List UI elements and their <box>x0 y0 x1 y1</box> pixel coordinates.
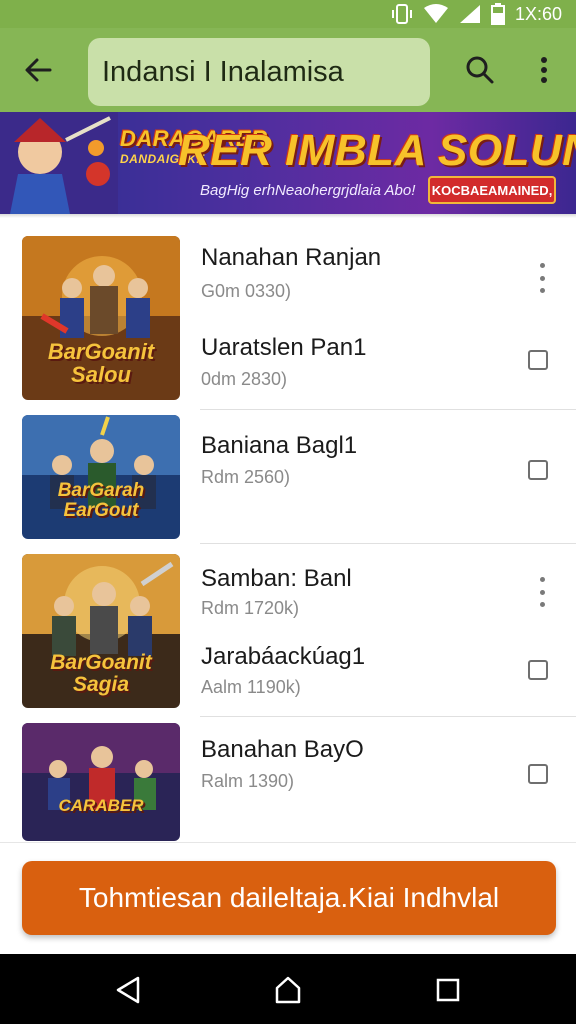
game-art-image <box>22 723 180 841</box>
row-divider <box>200 409 576 410</box>
search-input[interactable]: Indansi I Inalamisa <box>88 38 430 106</box>
vibrate-icon <box>391 4 412 24</box>
back-arrow-icon <box>25 58 52 82</box>
nav-back-icon <box>116 976 140 1004</box>
back-button[interactable] <box>18 50 58 90</box>
item-title[interactable]: Samban: Banl <box>201 565 352 593</box>
item-thumbnail[interactable]: BarGoanit Salou <box>22 236 180 400</box>
cta-area: Tohmtiesan daileltaja.Kiai Indhvlal <box>0 842 576 955</box>
dot <box>539 288 545 293</box>
thumbnail-caption: BarGarah EarGout <box>57 480 145 521</box>
item-title[interactable]: Baniana Bagl1 <box>201 432 357 460</box>
more-vert-icon <box>541 57 547 83</box>
row-divider <box>200 543 576 544</box>
search-query-text: Indansi I Inalamisa <box>102 55 344 88</box>
list-shadow <box>0 214 576 218</box>
thumbnail-caption: BarGoanit Salou <box>47 339 155 388</box>
search-button[interactable] <box>460 50 500 90</box>
item-title[interactable]: Jarabáackúag1 <box>201 643 365 671</box>
dot <box>539 263 545 268</box>
item-subtitle: Rdm 1720k) <box>201 598 300 618</box>
overflow-menu-button[interactable] <box>526 50 562 90</box>
item-subtitle: 0dm 2830) <box>201 369 288 389</box>
item-checkbox[interactable] <box>528 460 548 480</box>
dot <box>539 589 545 595</box>
item-subtitle: Rdm 2560) <box>201 467 291 487</box>
nav-back-button[interactable] <box>106 968 150 1012</box>
thumbnail-caption: CARABER <box>58 796 144 815</box>
nav-recents-icon <box>436 978 460 1002</box>
item-title[interactable]: Nanahan Ranjan <box>201 244 381 272</box>
item-menu-button[interactable] <box>532 263 552 293</box>
item-checkbox[interactable] <box>528 350 548 370</box>
item-subtitle: Aalm 1190k) <box>201 677 301 697</box>
nav-home-icon <box>275 976 301 1004</box>
nav-home-button[interactable] <box>266 968 310 1012</box>
item-thumbnail[interactable]: BarGarah EarGout <box>22 415 180 539</box>
dot <box>539 577 545 582</box>
thumbnail-caption: BarGoanit Sagia <box>50 651 152 697</box>
banner-hero-art <box>0 112 118 214</box>
item-thumbnail[interactable]: CARABER <box>22 723 180 841</box>
item-subtitle: Ralm 1390) <box>201 771 295 791</box>
item-subtitle: G0m 0330) <box>201 281 292 301</box>
signal-icon <box>459 5 480 23</box>
status-icons: 1X:60 <box>391 3 562 25</box>
status-time: 1X:60 <box>514 3 562 24</box>
dot <box>539 275 545 281</box>
banner-title-main: RER IMBLA SOLUN <box>178 126 576 175</box>
item-thumbnail[interactable]: BarGoanit Sagia <box>22 554 180 708</box>
status-bar: 1X:60 <box>0 0 576 28</box>
battery-icon <box>490 3 505 25</box>
item-title[interactable]: Banahan BayO <box>201 736 364 764</box>
banner-title: DARAGARER DANDAIG IKE RER IMBLA SOLUN <box>120 126 576 176</box>
item-title[interactable]: Uaratslen Pan1 <box>201 334 366 362</box>
search-icon <box>466 56 494 84</box>
app-bar: Indansi I Inalamisa <box>0 28 576 112</box>
item-checkbox[interactable] <box>528 660 548 680</box>
dot <box>539 602 545 607</box>
primary-action-button[interactable]: Tohmtiesan daileltaja.Kiai Indhvlal <box>22 861 556 935</box>
system-nav-bar <box>0 954 576 1024</box>
banner-cta-button[interactable]: KOCBAEAMAINED, <box>428 176 556 204</box>
nav-recents-button[interactable] <box>426 968 470 1012</box>
promo-banner[interactable]: DARAGARER DANDAIG IKE RER IMBLA SOLUN Ba… <box>0 112 576 214</box>
item-menu-button[interactable] <box>532 577 552 607</box>
row-divider <box>200 716 576 717</box>
wifi-icon <box>423 4 448 23</box>
item-checkbox[interactable] <box>528 764 548 784</box>
banner-subtitle: BagHig erhNeaohergrjdlaia Abo! <box>200 182 416 199</box>
